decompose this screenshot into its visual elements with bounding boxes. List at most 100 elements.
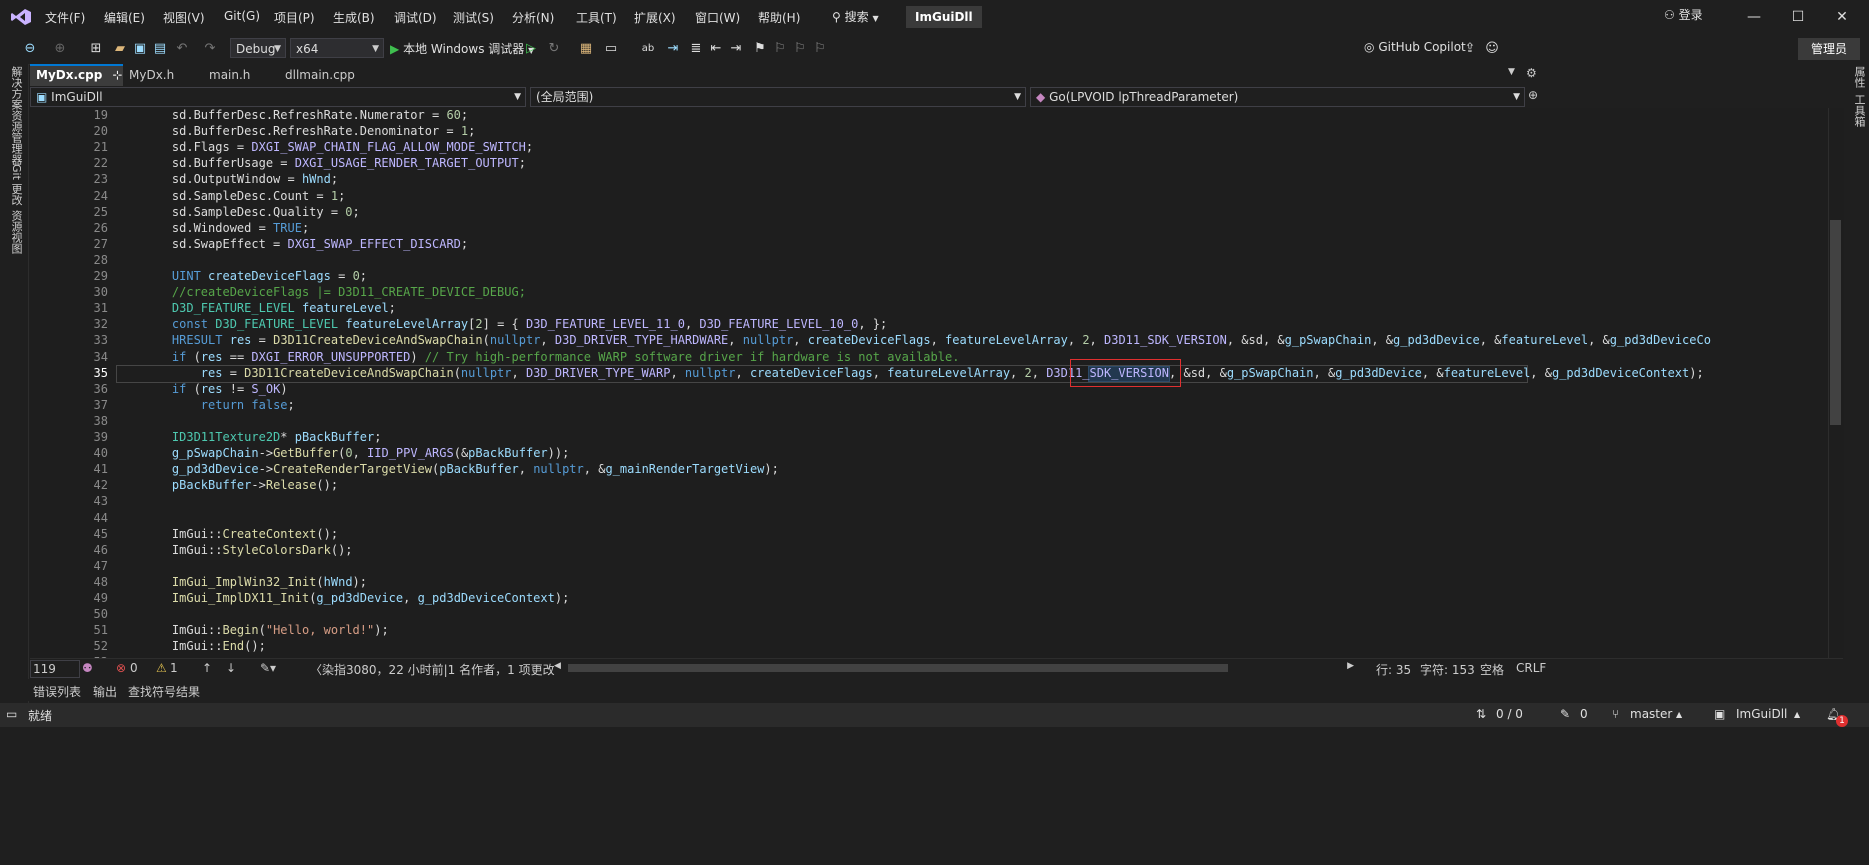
platform-select[interactable]: x64 ▼ bbox=[290, 38, 384, 58]
code-line[interactable]: if (res != S_OK) bbox=[143, 382, 288, 396]
menu-item-0[interactable]: 文件(F) bbox=[45, 9, 85, 26]
prev-issue-icon[interactable]: ↑ bbox=[202, 661, 212, 675]
code-line[interactable]: sd.Windowed = TRUE; bbox=[143, 221, 309, 235]
config-select[interactable]: Debug ▼ bbox=[230, 38, 286, 58]
tab-main-h[interactable]: main.h bbox=[203, 64, 281, 86]
start-debugging-button[interactable]: ▶ 本地 Windows 调试器 ▼ bbox=[390, 40, 534, 57]
menu-item-12[interactable]: 帮助(H) bbox=[758, 9, 800, 26]
zoom-select[interactable]: 119 %▼ bbox=[30, 660, 80, 692]
code-line[interactable]: if (res == DXGI_ERROR_UNSUPPORTED) // Tr… bbox=[143, 350, 960, 364]
code-line[interactable]: g_pSwapChain->GetBuffer(0, IID_PPV_ARGS(… bbox=[143, 446, 569, 460]
bookmark-icon[interactable]: ⚑ bbox=[752, 41, 768, 57]
spellcheck-icon[interactable]: ab bbox=[640, 41, 656, 57]
blame-info[interactable]: 〈染指3080，22 小时前|1 名作者，1 项更改 bbox=[310, 661, 555, 678]
scope-select[interactable]: (全局范围) ▼ bbox=[530, 87, 1026, 107]
code-line[interactable]: g_pd3dDevice->CreateRenderTargetView(pBa… bbox=[143, 462, 779, 476]
browse-icon[interactable]: ▦ bbox=[578, 41, 594, 57]
scroll-right-icon[interactable]: ▶ bbox=[1347, 661, 1354, 671]
chevron-up-icon[interactable]: ▲ bbox=[1676, 710, 1682, 719]
maximize-button[interactable]: ☐ bbox=[1786, 6, 1810, 28]
properties-tab[interactable]: 属性 bbox=[1851, 66, 1867, 88]
code-line[interactable]: ImGui::StyleColorsDark(); bbox=[143, 543, 353, 557]
code-line[interactable]: sd.OutputWindow = hWnd; bbox=[143, 172, 338, 186]
pencil-icon[interactable]: ✎ bbox=[1560, 707, 1570, 721]
menu-item-6[interactable]: 调试(D) bbox=[394, 9, 437, 26]
open-folder-icon[interactable]: ▰ bbox=[112, 41, 128, 57]
tab-mydx-h[interactable]: MyDx.h bbox=[123, 64, 205, 86]
feedback-icon[interactable]: ☺ bbox=[1484, 41, 1500, 57]
tab-list-dropdown-icon[interactable]: ▼ bbox=[1508, 67, 1515, 77]
code-line[interactable]: pBackBuffer->Release(); bbox=[143, 478, 338, 492]
minimize-button[interactable]: — bbox=[1742, 6, 1766, 28]
code-line[interactable]: ImGui::Begin("Hello, world!"); bbox=[143, 623, 389, 637]
back-icon[interactable]: ⊖ bbox=[22, 41, 38, 57]
branch-icon[interactable]: ⑂ bbox=[1612, 707, 1619, 721]
code-line[interactable]: sd.BufferUsage = DXGI_USAGE_RENDER_TARGE… bbox=[143, 156, 526, 170]
code-line[interactable]: ID3D11Texture2D* pBackBuffer; bbox=[143, 430, 382, 444]
line-indicator[interactable]: 行: 35 bbox=[1376, 661, 1411, 678]
code-line[interactable]: sd.Flags = DXGI_SWAP_CHAIN_FLAG_ALLOW_MO… bbox=[143, 140, 533, 154]
login-button[interactable]: ⚇ 登录 bbox=[1664, 6, 1703, 23]
column-indicator[interactable]: 字符: 153 bbox=[1420, 661, 1475, 678]
menu-item-11[interactable]: 窗口(W) bbox=[695, 9, 740, 26]
step-icon[interactable]: ⇥ bbox=[665, 41, 681, 57]
menu-item-5[interactable]: 生成(B) bbox=[333, 9, 375, 26]
undo-icon[interactable]: ↶ bbox=[174, 41, 190, 57]
code-line[interactable]: ImGui_ImplDX11_Init(g_pd3dDevice, g_pd3d… bbox=[143, 591, 569, 605]
forward-icon[interactable]: ⊕ bbox=[52, 41, 68, 57]
copilot-button[interactable]: ◎ GitHub Copilot bbox=[1364, 40, 1466, 54]
repo-name[interactable]: ImGuiDll bbox=[1736, 707, 1787, 721]
tab-error-list[interactable]: 错误列表 bbox=[33, 683, 81, 700]
window-layout-icon[interactable]: ▭ bbox=[603, 41, 619, 57]
code-line[interactable]: ImGui::End(); bbox=[143, 639, 266, 653]
code-line[interactable]: const D3D_FEATURE_LEVEL featureLevelArra… bbox=[143, 317, 887, 331]
code-line[interactable]: HRESULT res = D3D11CreateDeviceAndSwapCh… bbox=[143, 333, 1711, 347]
indent-indicator[interactable]: 空格 bbox=[1480, 661, 1504, 678]
member-select[interactable]: ◆ Go(LPVOID lpThreadParameter) ▼ bbox=[1030, 87, 1525, 107]
solution-explorer-tab[interactable]: 解决方案资源管理器 bbox=[8, 66, 24, 165]
scroll-left-icon[interactable]: ◀ bbox=[554, 661, 561, 671]
pending-changes-count[interactable]: 0 bbox=[1580, 707, 1588, 721]
cleanup-icon[interactable]: ✎▾ bbox=[260, 661, 276, 675]
vertical-scrollbar-thumb[interactable] bbox=[1830, 220, 1841, 425]
git-sync-icon[interactable]: ⇅ bbox=[1476, 707, 1486, 721]
menu-item-4[interactable]: 项目(P) bbox=[274, 9, 315, 26]
code-line[interactable]: sd.BufferDesc.RefreshRate.Denominator = … bbox=[143, 124, 475, 138]
menu-item-3[interactable]: Git(G) bbox=[224, 9, 260, 23]
tab-output[interactable]: 输出 bbox=[93, 683, 117, 700]
share-icon[interactable]: ⇪ bbox=[1462, 41, 1478, 57]
menu-item-10[interactable]: 扩展(X) bbox=[634, 9, 676, 26]
close-button[interactable]: ✕ bbox=[1830, 6, 1854, 28]
code-line[interactable]: UINT createDeviceFlags = 0; bbox=[143, 269, 367, 283]
code-line[interactable]: //createDeviceFlags |= D3D11_CREATE_DEVI… bbox=[143, 285, 526, 299]
menu-item-8[interactable]: 分析(N) bbox=[512, 9, 554, 26]
code-line[interactable]: sd.SampleDesc.Quality = 0; bbox=[143, 205, 360, 219]
indent-icon[interactable]: ⇥ bbox=[728, 41, 744, 57]
code-line[interactable]: sd.SampleDesc.Count = 1; bbox=[143, 189, 345, 203]
search-box[interactable]: ⚲ 搜索 ▼ bbox=[832, 8, 879, 25]
toolbox-tab[interactable]: 工具箱 bbox=[1851, 94, 1867, 127]
align-icon[interactable]: ≣ bbox=[688, 41, 704, 57]
start-without-debugging-icon[interactable]: ▷ bbox=[523, 41, 539, 57]
code-line[interactable]: sd.SwapEffect = DXGI_SWAP_EFFECT_DISCARD… bbox=[143, 237, 468, 251]
tab-mydx-cpp[interactable]: MyDx.cpp ⊹ ✕ bbox=[30, 64, 123, 100]
horizontal-scrollbar-thumb[interactable] bbox=[568, 664, 1228, 672]
outdent-icon[interactable]: ⇤ bbox=[708, 41, 724, 57]
menu-item-1[interactable]: 编辑(E) bbox=[104, 9, 145, 26]
branch-name[interactable]: master bbox=[1630, 707, 1672, 721]
horizontal-scrollbar[interactable]: ◀ ▶ bbox=[554, 661, 1354, 675]
code-line[interactable]: res = D3D11CreateDeviceAndSwapChain(null… bbox=[143, 366, 1704, 380]
warning-icon[interactable]: ⚠ bbox=[156, 661, 167, 675]
git-changes-tab[interactable]: Git 更改 bbox=[8, 164, 24, 205]
tab-find-symbol-results[interactable]: 查找符号结果 bbox=[128, 683, 200, 700]
repo-icon[interactable]: ▣ bbox=[1714, 707, 1725, 721]
clear-bookmark-icon[interactable]: ⚐ bbox=[812, 41, 828, 57]
new-project-icon[interactable]: ⊞ bbox=[88, 41, 104, 57]
error-icon[interactable]: ⊗ bbox=[116, 661, 126, 675]
code-editor[interactable]: 19 sd.BufferDesc.RefreshRate.Numerator =… bbox=[30, 108, 1828, 658]
redo-icon[interactable]: ↷ bbox=[202, 41, 218, 57]
menu-item-7[interactable]: 测试(S) bbox=[453, 9, 494, 26]
next-bookmark-icon[interactable]: ⚐ bbox=[792, 41, 808, 57]
gear-icon[interactable]: ⚙ bbox=[1526, 66, 1537, 80]
chevron-up-icon[interactable]: ▲ bbox=[1794, 710, 1800, 719]
